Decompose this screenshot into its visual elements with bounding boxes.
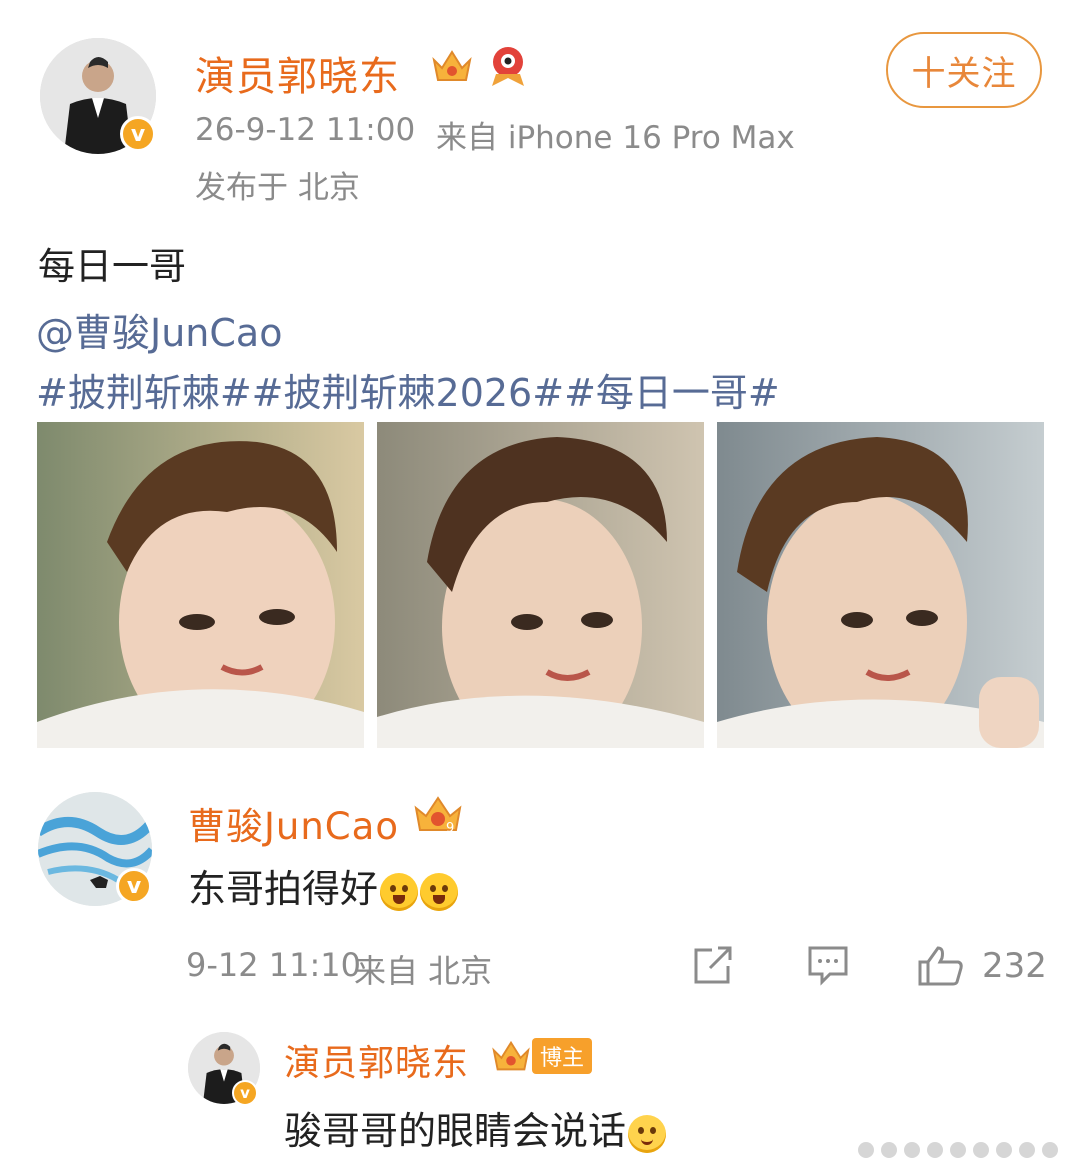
svg-text:9: 9	[446, 821, 454, 836]
watermark-dots	[858, 1142, 1058, 1158]
share-button[interactable]	[692, 944, 736, 986]
emoji-icon	[420, 872, 459, 911]
comment-location: 来自 北京	[354, 952, 493, 990]
comment-text: 东哥拍得好	[188, 858, 459, 913]
verified-icon: v	[232, 1080, 258, 1106]
reply-text: 骏哥哥的眼睛会说话	[284, 1100, 667, 1155]
post-source: 来自 iPhone 16 Pro Max	[436, 120, 795, 156]
reply-author-badges: 博主	[490, 1036, 593, 1076]
crown-icon	[492, 1040, 530, 1071]
hashtag-links[interactable]: #披荆斩棘##披荆斩棘2026##每日一哥#	[36, 362, 780, 417]
blogger-badge: 博主	[532, 1038, 593, 1074]
comment-time: 9-12 11:10	[186, 946, 362, 984]
comment-text-content: 东哥拍得好	[188, 867, 379, 911]
follow-button[interactable]: 十关注	[886, 32, 1042, 108]
post-location: 发布于 北京	[195, 170, 360, 206]
post-author-name[interactable]: 演员郭晓东	[195, 44, 400, 102]
post-photo-3[interactable]	[717, 422, 1044, 748]
crown-icon	[430, 46, 474, 90]
post-time: 26-9-12 11:00	[195, 112, 416, 148]
like-icon	[918, 946, 963, 986]
post-photo-2[interactable]	[377, 422, 704, 748]
comment-button[interactable]	[806, 944, 850, 986]
verified-icon: v	[120, 116, 156, 152]
post-text: 每日一哥	[38, 245, 186, 288]
post-photo-1[interactable]	[37, 422, 364, 748]
like-button[interactable]: 232	[916, 944, 1047, 988]
emoji-icon	[628, 1114, 667, 1153]
share-icon	[694, 946, 732, 984]
verified-icon: v	[116, 868, 152, 904]
reply-author-name[interactable]: 演员郭晓东	[284, 1034, 469, 1086]
comment-author-name[interactable]: 曹骏JunCao	[188, 796, 399, 850]
weibo-mascot-icon	[488, 44, 528, 92]
mention-link[interactable]: @曹骏JunCao	[36, 302, 282, 357]
like-count: 232	[982, 946, 1047, 986]
emoji-icon	[380, 872, 419, 911]
crown-icon: 9	[412, 792, 464, 840]
comment-icon	[808, 946, 848, 986]
reply-text-content: 骏哥哥的眼睛会说话	[284, 1109, 627, 1153]
